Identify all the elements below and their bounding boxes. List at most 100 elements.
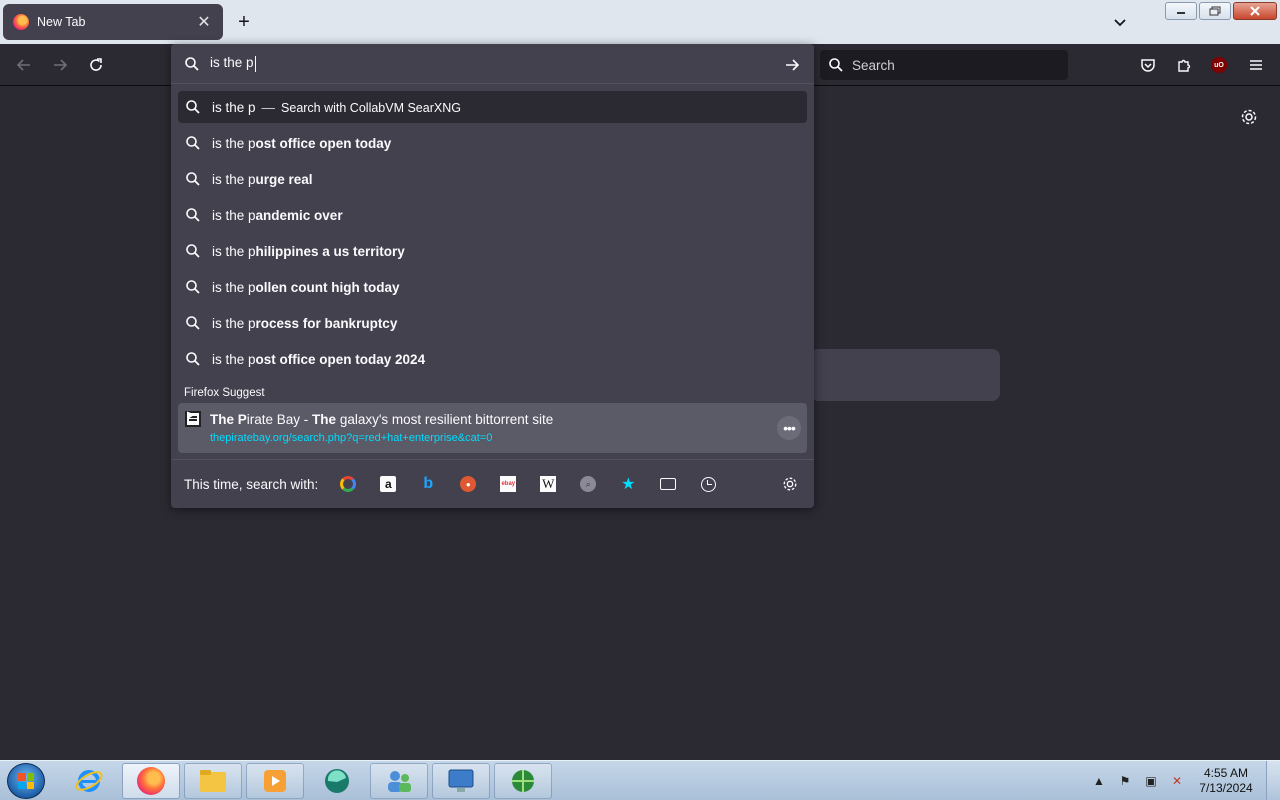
forward-button[interactable] bbox=[48, 53, 72, 77]
search-icon bbox=[185, 171, 201, 187]
duckduckgo-icon: ● bbox=[460, 476, 477, 492]
searxng-icon: ⌕ bbox=[580, 476, 597, 492]
reload-icon bbox=[90, 58, 102, 71]
search-icon bbox=[185, 99, 201, 115]
restore-icon bbox=[1209, 6, 1221, 16]
search-settings-button[interactable] bbox=[778, 472, 802, 496]
arrow-right-icon bbox=[786, 59, 800, 71]
result-text: is the p — Search with CollabVM SearXNG bbox=[212, 99, 461, 115]
clock-icon bbox=[700, 476, 716, 492]
suggestion-text: is the purge real bbox=[212, 171, 313, 187]
ebay-engine-button[interactable]: ebay bbox=[496, 472, 520, 496]
media-player-icon bbox=[264, 770, 286, 792]
search-suggestion[interactable]: is the purge real bbox=[178, 163, 807, 195]
search-icon bbox=[185, 56, 199, 71]
tabs-button[interactable] bbox=[656, 472, 680, 496]
suggest-url: thepiratebay.org/search.php?q=red+hat+en… bbox=[210, 432, 493, 444]
url-input[interactable]: is the p bbox=[171, 44, 814, 84]
search-bar[interactable]: Search bbox=[820, 50, 1068, 80]
searxng-engine-button[interactable]: ⌕ bbox=[576, 472, 600, 496]
clock-date: 7/13/2024 bbox=[1199, 781, 1253, 795]
tab-title: New Tab bbox=[37, 15, 86, 29]
close-window-button[interactable] bbox=[1233, 2, 1277, 20]
network-icon[interactable]: ▣ bbox=[1143, 773, 1159, 789]
star-icon: ★ bbox=[621, 476, 636, 493]
google-icon bbox=[340, 476, 357, 492]
tab-new-tab[interactable]: New Tab ✕ bbox=[3, 4, 223, 40]
close-window-icon bbox=[1250, 6, 1260, 16]
minimize-button[interactable] bbox=[1165, 2, 1197, 20]
pocket-icon bbox=[1141, 59, 1155, 72]
suggestion-text: is the post office open today bbox=[212, 135, 392, 151]
clock[interactable]: 4:55 AM 7/13/2024 bbox=[1194, 766, 1258, 796]
search-suggestion[interactable]: is the post office open today 2024 bbox=[178, 343, 807, 375]
google-engine-button[interactable] bbox=[336, 472, 360, 496]
newtab-settings-button[interactable] bbox=[1238, 106, 1260, 128]
back-button[interactable] bbox=[12, 53, 36, 77]
search-suggestion[interactable]: is the pollen count high today bbox=[178, 271, 807, 303]
firefox-suggest-label: Firefox Suggest bbox=[184, 387, 265, 399]
suggestion-text: is the philippines a us territory bbox=[212, 243, 405, 259]
duckduckgo-engine-button[interactable]: ● bbox=[456, 472, 480, 496]
internet-explorer-icon bbox=[75, 770, 103, 792]
system-tray: ▲ ⚑ ▣ ✕ 4:55 AM 7/13/2024 bbox=[1086, 761, 1280, 800]
show-desktop-button[interactable] bbox=[1266, 761, 1280, 800]
taskbar-browser-app[interactable] bbox=[308, 763, 366, 799]
taskbar-media-player[interactable] bbox=[246, 763, 304, 799]
amazon-engine-button[interactable]: a bbox=[376, 472, 400, 496]
volume-muted-icon[interactable]: ✕ bbox=[1169, 773, 1185, 789]
bing-engine-button[interactable]: b bbox=[416, 472, 440, 496]
suggestion-text: is the pandemic over bbox=[212, 207, 343, 223]
chevron-up-icon[interactable]: ▲ bbox=[1091, 773, 1107, 789]
go-button[interactable] bbox=[780, 53, 804, 77]
suggestion-text: is the post office open today 2024 bbox=[212, 351, 426, 367]
tab-strip: New Tab ✕ + bbox=[0, 0, 1280, 44]
new-tab-button[interactable]: + bbox=[232, 10, 256, 34]
search-icon bbox=[185, 207, 201, 223]
ublock-origin-icon[interactable]: uO bbox=[1211, 57, 1227, 73]
search-suggestion[interactable]: is the process for bankruptcy bbox=[178, 307, 807, 339]
window-controls bbox=[1165, 2, 1277, 20]
taskbar-firefox[interactable] bbox=[122, 763, 180, 799]
search-suggestion[interactable]: is the post office open today bbox=[178, 127, 807, 159]
one-offs-label: This time, search with: bbox=[184, 476, 319, 492]
clock-time: 4:55 AM bbox=[1203, 766, 1249, 780]
firefox-icon bbox=[13, 14, 29, 30]
reload-button[interactable] bbox=[84, 53, 108, 77]
pocket-button[interactable] bbox=[1136, 53, 1160, 77]
action-center-flag-icon[interactable]: ⚑ bbox=[1117, 773, 1133, 789]
app-menu-button[interactable] bbox=[1244, 53, 1268, 77]
history-button[interactable] bbox=[696, 472, 720, 496]
users-icon bbox=[388, 771, 411, 792]
one-off-search-buttons: This time, search with: a b ● ebay W ⌕ ★ bbox=[171, 459, 814, 508]
network-globe-icon bbox=[512, 770, 534, 792]
folder-icon bbox=[200, 770, 226, 792]
close-icon[interactable]: ✕ bbox=[195, 13, 213, 31]
result-menu-button[interactable]: ••• bbox=[777, 416, 801, 440]
taskbar-network-app[interactable] bbox=[494, 763, 552, 799]
restore-button[interactable] bbox=[1199, 2, 1231, 20]
start-button[interactable] bbox=[7, 763, 45, 799]
taskbar-users-app[interactable] bbox=[370, 763, 428, 799]
bookmarks-button[interactable]: ★ bbox=[616, 472, 640, 496]
search-suggestion[interactable]: is the philippines a us territory bbox=[178, 235, 807, 267]
gear-icon bbox=[783, 477, 797, 491]
extensions-button[interactable] bbox=[1172, 53, 1196, 77]
globe-browser-icon bbox=[325, 769, 349, 793]
amazon-icon: a bbox=[380, 476, 397, 492]
puzzle-piece-icon bbox=[1178, 59, 1191, 72]
heuristic-search-result[interactable]: is the p — Search with CollabVM SearXNG bbox=[178, 91, 807, 123]
ebay-icon: ebay bbox=[500, 476, 517, 492]
taskbar: ▲ ⚑ ▣ ✕ 4:55 AM 7/13/2024 bbox=[0, 760, 1280, 800]
urlbar-dropdown: is the p is the p — Search with CollabVM S… bbox=[171, 44, 814, 508]
bing-icon: b bbox=[423, 475, 434, 492]
wikipedia-engine-button[interactable]: W bbox=[536, 472, 560, 496]
firefox-suggest-result[interactable]: The Pirate Bay - The galaxy's most resil… bbox=[178, 403, 807, 453]
list-all-tabs-button[interactable] bbox=[1108, 10, 1132, 34]
search-suggestion[interactable]: is the pandemic over bbox=[178, 199, 807, 231]
minimize-icon bbox=[1177, 12, 1185, 14]
taskbar-file-explorer[interactable] bbox=[184, 763, 242, 799]
taskbar-remote-desktop[interactable] bbox=[432, 763, 490, 799]
gear-icon bbox=[1241, 109, 1257, 125]
taskbar-internet-explorer[interactable] bbox=[60, 763, 118, 799]
